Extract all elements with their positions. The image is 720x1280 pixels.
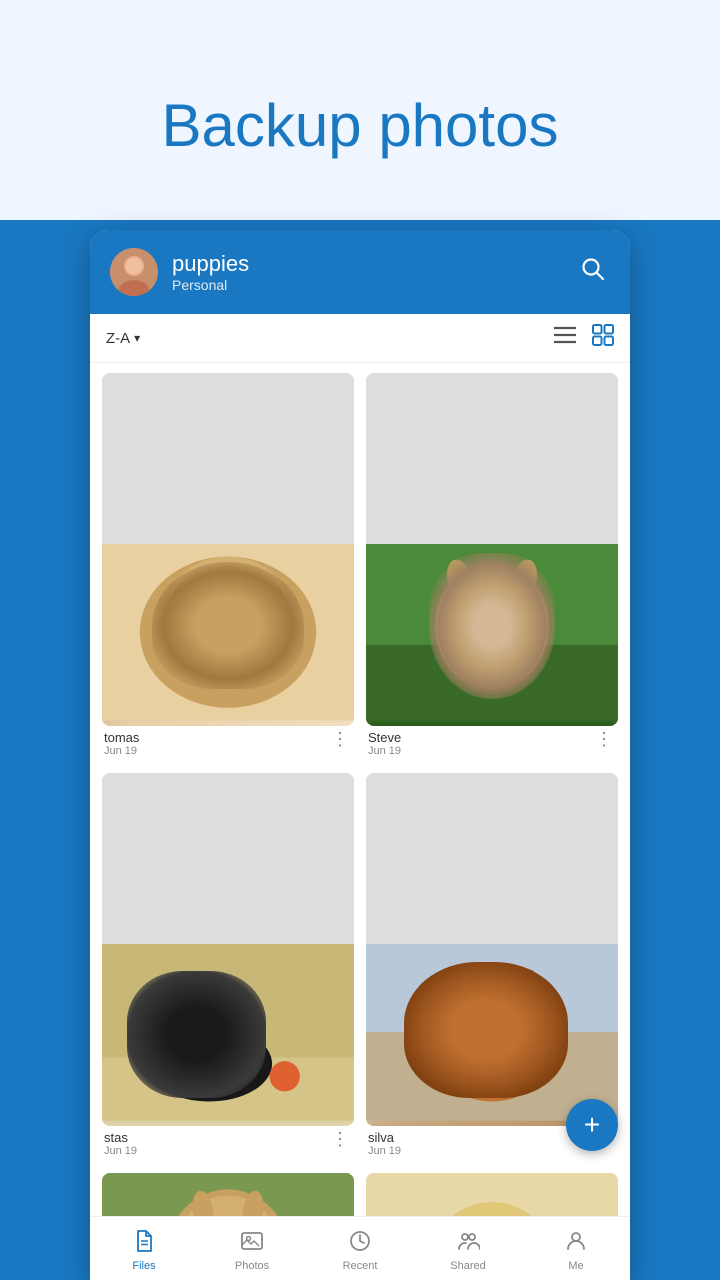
- item-name: tomas: [104, 730, 329, 745]
- item-date: Jun 19: [368, 1145, 593, 1157]
- toolbar: Z-A ▾: [90, 314, 630, 363]
- avatar: [110, 248, 158, 296]
- nav-photos-label: Photos: [235, 1260, 269, 1272]
- dog-terrier-photo: [366, 544, 618, 725]
- item-date: Jun 19: [104, 1145, 329, 1157]
- item-info: stas Jun 19 ⋮: [102, 1126, 354, 1161]
- nav-recent-label: Recent: [343, 1260, 378, 1272]
- grid-view-button[interactable]: [592, 324, 614, 352]
- nav-item-photos[interactable]: Photos: [198, 1225, 306, 1276]
- photo-grid: tomas Jun 19 ⋮: [102, 373, 618, 1216]
- photo-thumbnail[interactable]: [366, 1173, 618, 1217]
- recent-icon: [348, 1229, 372, 1257]
- dog-brown-photo: [366, 944, 618, 1125]
- more-options-button[interactable]: ⋮: [593, 730, 616, 748]
- sort-button[interactable]: Z-A ▾: [106, 330, 546, 347]
- dog-golden-photo: [102, 544, 354, 725]
- bottom-navigation: Files Photos Recent: [90, 1216, 630, 1280]
- nav-item-recent[interactable]: Recent: [306, 1225, 414, 1276]
- photo-thumbnail[interactable]: [366, 773, 618, 1126]
- item-name: silva: [368, 1130, 593, 1145]
- more-options-button[interactable]: ⋮: [329, 730, 352, 748]
- fab-add-button[interactable]: +: [566, 1099, 618, 1151]
- nav-shared-label: Shared: [450, 1260, 485, 1272]
- app-card: puppies Personal Z-A ▾: [90, 230, 630, 1280]
- dog-small2-photo: [366, 1173, 618, 1217]
- sort-chevron-icon: ▾: [134, 331, 140, 345]
- dog-small1-photo: [102, 1173, 354, 1217]
- header-text: puppies Personal: [172, 251, 562, 293]
- list-view-button[interactable]: [554, 326, 576, 350]
- photo-thumbnail[interactable]: [102, 1173, 354, 1217]
- search-button[interactable]: [576, 252, 610, 292]
- item-date: Jun 19: [104, 745, 329, 757]
- list-item: tomas Jun 19 ⋮: [102, 373, 354, 761]
- me-icon: [564, 1229, 588, 1257]
- dog-beach-photo: [102, 944, 354, 1125]
- files-icon: [132, 1229, 156, 1257]
- hero-title: Backup photos: [0, 0, 720, 220]
- list-item: [366, 1173, 618, 1217]
- list-item: [102, 1173, 354, 1217]
- photos-icon: [240, 1229, 264, 1257]
- shared-icon: [456, 1229, 480, 1257]
- content-area: tomas Jun 19 ⋮: [90, 363, 630, 1216]
- item-date: Jun 19: [368, 745, 593, 757]
- item-info: Steve Jun 19 ⋮: [366, 726, 618, 761]
- photo-thumbnail[interactable]: [102, 773, 354, 1126]
- header-album-type: Personal: [172, 277, 562, 293]
- nav-item-shared[interactable]: Shared: [414, 1225, 522, 1276]
- toolbar-right: [554, 324, 614, 352]
- photo-thumbnail[interactable]: [102, 373, 354, 726]
- item-name: Steve: [368, 730, 593, 745]
- app-header: puppies Personal: [90, 230, 630, 314]
- list-item: stas Jun 19 ⋮: [102, 773, 354, 1161]
- item-name: stas: [104, 1130, 329, 1145]
- more-options-button[interactable]: ⋮: [329, 1130, 352, 1148]
- photo-thumbnail[interactable]: [366, 373, 618, 726]
- nav-me-label: Me: [568, 1260, 583, 1272]
- nav-files-label: Files: [132, 1260, 155, 1272]
- nav-item-files[interactable]: Files: [90, 1225, 198, 1276]
- list-item: Steve Jun 19 ⋮: [366, 373, 618, 761]
- header-album-name: puppies: [172, 251, 562, 277]
- sort-label: Z-A: [106, 330, 130, 347]
- item-info: tomas Jun 19 ⋮: [102, 726, 354, 761]
- nav-item-me[interactable]: Me: [522, 1225, 630, 1276]
